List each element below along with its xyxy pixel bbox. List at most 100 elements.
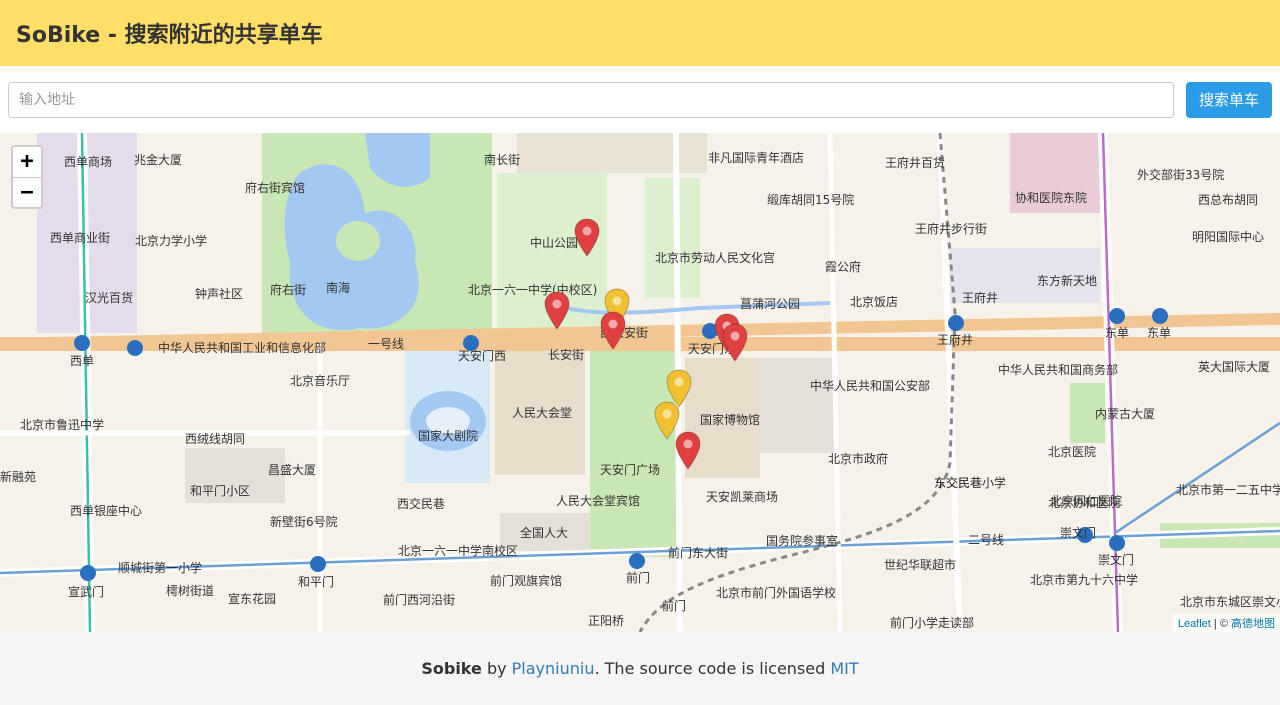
map-label: 钟声社区: [195, 287, 244, 301]
page-title: SoBike - 搜索附近的共享单车: [16, 23, 323, 48]
map-label: 协和医院东院: [1015, 191, 1088, 205]
map-label: 菖蒲河公园: [740, 297, 801, 311]
map-label: 长安街: [548, 348, 585, 362]
map-label: 北京市第一二五中学: [1176, 483, 1280, 497]
map-tiles[interactable]: [0, 133, 1280, 632]
map-label: 北京市第九十六中学: [1030, 573, 1139, 587]
mit-license-link[interactable]: MIT: [830, 659, 858, 678]
map-label: 西单: [70, 354, 95, 368]
map-label: 东单: [1105, 326, 1130, 340]
map-label: 前门小学走读部: [890, 616, 975, 630]
map-label: 正阳桥: [588, 614, 625, 628]
zoom-out-button[interactable]: −: [13, 177, 41, 207]
map-label: 前门: [662, 599, 687, 613]
author-link[interactable]: Playniuniu: [512, 659, 595, 678]
footer-license-text: . The source code is licensed: [594, 659, 831, 678]
map-label: 北京饭店: [850, 295, 899, 309]
bike-marker-icon[interactable]: [574, 218, 600, 258]
leaflet-link[interactable]: Leaflet: [1178, 618, 1211, 630]
map-label: 中华人民共和国工业和信息化部: [158, 341, 327, 355]
bike-marker-icon[interactable]: [544, 291, 570, 331]
map-label: 崇文门: [1060, 526, 1097, 540]
map-label: 前门东大街: [668, 546, 729, 560]
map-label: 和平门: [298, 575, 335, 589]
map-label: 西单商业街: [50, 231, 111, 245]
map-label: 北京一六一中学南校区: [398, 544, 519, 558]
map-label: 国家大剧院: [418, 429, 479, 443]
map-label: 东交民巷: [934, 476, 983, 490]
map-label: 北京同仁医院: [1050, 494, 1123, 508]
map-label: 兆金大厦: [134, 153, 183, 167]
map-label: 北京市前门外国语学校: [716, 586, 837, 600]
map-label: 东单: [1147, 326, 1172, 340]
map-label: 南海: [326, 281, 351, 295]
map-label: 昌盛大厦: [268, 463, 317, 477]
map-label: 霞公府: [825, 260, 862, 274]
map-label: 明阳国际中心: [1192, 230, 1265, 244]
amap-link[interactable]: 高德地图: [1231, 618, 1275, 630]
search-bikes-button[interactable]: 搜索单车: [1185, 81, 1272, 118]
map-label: 全国人大: [520, 526, 569, 540]
map-label: 西单商场: [64, 155, 113, 169]
map-label: 新壁街6号院: [270, 515, 338, 529]
map-label: 前门西河沿街: [383, 593, 456, 607]
map-label: 中山公园: [530, 236, 579, 250]
map-label: 王府井百货: [885, 156, 946, 170]
map-label: 缎库胡同15号院: [767, 193, 855, 207]
app-header: SoBike - 搜索附近的共享单车: [0, 0, 1280, 66]
map-label: 国务院参事室: [766, 534, 839, 548]
bike-marker-icon[interactable]: [675, 431, 701, 471]
footer-by: by: [481, 659, 512, 678]
map-label: 人民大会堂: [512, 406, 573, 420]
map-label: 一号线: [368, 337, 405, 351]
map-label: 汉光百货: [85, 291, 134, 305]
footer: Sobike by Playniuniu . The source code i…: [0, 632, 1280, 705]
map-label: 中华人民共和国商务部: [998, 363, 1119, 377]
map-label: 中华人民共和国公安部: [810, 379, 931, 393]
map-label: 王府井: [962, 291, 999, 305]
map-label: 府右街: [270, 283, 307, 297]
map-label: 北京市政府: [828, 452, 889, 466]
map-label: 北京市东城区崇文小年宫: [1180, 595, 1280, 609]
map-label: 外交部街33号院: [1137, 168, 1225, 182]
address-input[interactable]: [8, 81, 1174, 118]
map-view[interactable]: 西单商场 兆金大厦 府右街宾馆 南长街 非凡国际青年酒店 王府井百货 外交部街33号院 西总布…: [0, 133, 1280, 632]
map-label: 天安凯莱商场: [706, 490, 779, 504]
bike-marker-icon[interactable]: [600, 311, 626, 351]
map-label: 北京医院: [1048, 445, 1097, 459]
map-label: 国家博物馆: [700, 413, 761, 427]
map-label: 西交民巷: [397, 497, 446, 511]
map-label: 西单银座中心: [70, 504, 143, 518]
map-label: 内蒙古大厦: [1095, 407, 1156, 421]
map-label: 崇文门: [1098, 553, 1135, 567]
zoom-control[interactable]: + −: [11, 145, 43, 209]
map-label: 北京市劳动人民文化宫: [655, 251, 776, 265]
attribution-separator: | ©: [1210, 618, 1231, 630]
map-label: 天安门广场: [600, 463, 661, 477]
map-label: 西绒线胡同: [185, 432, 246, 446]
map-label: 和平门小区: [190, 484, 251, 498]
map-label: 府右街宾馆: [245, 181, 306, 195]
map-label: 前门: [626, 571, 651, 585]
zoom-in-button[interactable]: +: [13, 147, 41, 177]
map-label: 王府井步行街: [915, 222, 988, 236]
map-label: 人民大会堂宾馆: [556, 494, 641, 508]
bike-marker-icon[interactable]: [722, 323, 748, 363]
map-label: 新融苑: [0, 470, 37, 484]
map-label: 北京一六一中学(中校区): [468, 283, 598, 297]
map-label: 北京力学小学: [135, 234, 208, 248]
map-label: 北京市鲁迅中学: [20, 418, 105, 432]
map-label: 东方新天地: [1037, 274, 1098, 288]
search-bar: 搜索单车: [0, 66, 1280, 133]
map-attribution: Leaflet | © 高德地图: [1172, 614, 1280, 632]
map-label: 世纪华联超市: [884, 558, 957, 572]
map-label: 前门观旗宾馆: [490, 574, 563, 588]
map-label: 顺城街第一小学: [118, 561, 203, 575]
map-label: 宣东花园: [228, 592, 277, 606]
map-label: 王府井: [937, 333, 974, 347]
footer-project-name: Sobike: [421, 659, 482, 678]
map-label: 天安门西: [458, 349, 507, 363]
map-label: 非凡国际青年酒店: [708, 151, 805, 165]
map-label: 西总布胡同: [1198, 193, 1259, 207]
map-label: 宣武门: [68, 585, 105, 599]
